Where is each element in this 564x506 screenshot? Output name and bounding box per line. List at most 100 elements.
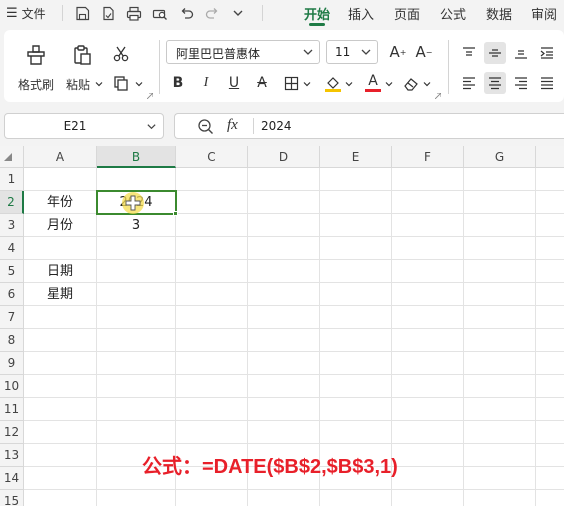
- tab-home[interactable]: 开始: [304, 4, 330, 23]
- chevron-down-icon[interactable]: [384, 79, 394, 89]
- row-header-3[interactable]: 3: [0, 214, 24, 237]
- ribbon-panel: 格式刷 粘贴 阿里巴巴普惠体 11 A + A − B I U A A: [4, 30, 564, 102]
- insert-function-icon[interactable]: fx: [227, 117, 238, 134]
- file-menu[interactable]: ☰ 文件: [6, 3, 46, 23]
- cell-a6[interactable]: 星期: [24, 283, 96, 306]
- row-header-4[interactable]: 4: [0, 237, 24, 260]
- row-header-2[interactable]: 2: [0, 191, 24, 214]
- align-top-icon[interactable]: [458, 42, 480, 64]
- print-preview-icon[interactable]: [150, 3, 170, 23]
- column-header-d[interactable]: D: [248, 146, 320, 168]
- row-header-1[interactable]: 1: [0, 168, 24, 191]
- formula-bar: E21 fx 2024: [0, 106, 564, 146]
- column-header-c[interactable]: C: [176, 146, 248, 168]
- format-painter-icon[interactable]: [22, 42, 50, 68]
- divider: [262, 5, 263, 21]
- chevron-down-icon: [303, 49, 313, 55]
- tab-page[interactable]: 页面: [394, 4, 420, 23]
- row-header-10[interactable]: 10: [0, 375, 24, 398]
- formula-input[interactable]: 2024: [261, 119, 292, 133]
- format-painter-label[interactable]: 格式刷: [18, 76, 54, 93]
- redo-icon[interactable]: [202, 3, 222, 23]
- align-middle-icon[interactable]: [484, 42, 506, 64]
- clipboard-expand-icon[interactable]: [146, 92, 154, 100]
- chevron-down-icon[interactable]: [422, 79, 432, 89]
- gridline: [24, 351, 564, 352]
- divider: [448, 40, 449, 94]
- cell-a3[interactable]: 月份: [24, 214, 96, 237]
- column-header-f[interactable]: F: [392, 146, 464, 168]
- fill-color-icon[interactable]: [322, 72, 344, 94]
- column-header-h[interactable]: [536, 146, 564, 168]
- font-expand-icon[interactable]: [434, 92, 442, 100]
- column-header-b[interactable]: B: [97, 146, 176, 168]
- gridline: [24, 282, 564, 283]
- gridline: [24, 420, 564, 421]
- align-right-icon[interactable]: [510, 72, 532, 94]
- menu-bar: ☰ 文件 开始 插入 页面 公式 数据 审阅: [0, 0, 564, 26]
- select-all-corner[interactable]: [0, 146, 24, 168]
- font-name-select[interactable]: 阿里巴巴普惠体: [166, 40, 320, 64]
- row-header-11[interactable]: 11: [0, 398, 24, 421]
- paste-icon[interactable]: [68, 42, 96, 68]
- fill-handle[interactable]: [173, 211, 178, 216]
- bold-icon[interactable]: B: [168, 72, 188, 94]
- border-icon[interactable]: [280, 72, 302, 94]
- row-header-5[interactable]: 5: [0, 260, 24, 283]
- italic-icon[interactable]: I: [196, 72, 216, 94]
- cell-b3[interactable]: 3: [97, 214, 175, 237]
- tab-review[interactable]: 审阅: [531, 4, 557, 23]
- gridline: [24, 374, 564, 375]
- row-header-8[interactable]: 8: [0, 329, 24, 352]
- chevron-down-icon[interactable]: [134, 79, 144, 89]
- gridline: [24, 489, 564, 490]
- align-bottom-icon[interactable]: [510, 42, 532, 64]
- spreadsheet-grid: A B C D E F G 1 2 3 4 5 6 7 8 9 10 11 12…: [0, 146, 564, 506]
- tab-insert[interactable]: 插入: [348, 4, 374, 23]
- font-size-select[interactable]: 11: [326, 40, 378, 64]
- row-header-15[interactable]: 15: [0, 490, 24, 506]
- clear-format-icon[interactable]: [400, 72, 422, 94]
- undo-icon[interactable]: [176, 3, 196, 23]
- row-header-6[interactable]: 6: [0, 283, 24, 306]
- gridline: [535, 168, 536, 506]
- font-color-icon[interactable]: A: [362, 70, 384, 94]
- name-box[interactable]: E21: [4, 113, 164, 139]
- underline-icon[interactable]: U: [224, 72, 244, 94]
- align-center-icon[interactable]: [484, 72, 506, 94]
- tab-formulas[interactable]: 公式: [440, 4, 466, 23]
- column-header-e[interactable]: E: [320, 146, 392, 168]
- column-header-g[interactable]: G: [464, 146, 536, 168]
- row-header-9[interactable]: 9: [0, 352, 24, 375]
- increase-font-size-icon[interactable]: A +: [388, 40, 408, 64]
- tab-data[interactable]: 数据: [486, 4, 512, 23]
- chevron-down-icon: [361, 49, 371, 55]
- chevron-down-icon[interactable]: [94, 79, 104, 89]
- copy-icon[interactable]: [110, 72, 132, 94]
- formula-annotation: 公式：=DATE($B$2,$B$3,1): [142, 456, 398, 478]
- row-header-14[interactable]: 14: [0, 467, 24, 490]
- column-header-a[interactable]: A: [24, 146, 97, 168]
- print-icon[interactable]: [124, 3, 144, 23]
- chevron-down-icon[interactable]: [344, 79, 354, 89]
- chevron-down-icon[interactable]: [302, 79, 312, 89]
- gridline: [24, 305, 564, 306]
- strikethrough-icon[interactable]: A: [252, 72, 272, 94]
- paste-label[interactable]: 粘贴: [66, 76, 90, 93]
- font-size-value: 11: [335, 45, 351, 59]
- cell-a2[interactable]: 年份: [24, 191, 96, 214]
- row-header-12[interactable]: 12: [0, 421, 24, 444]
- save-icon[interactable]: [72, 3, 92, 23]
- cell-a5[interactable]: 日期: [24, 260, 96, 283]
- decrease-font-size-icon[interactable]: A −: [414, 40, 434, 64]
- row-header-7[interactable]: 7: [0, 306, 24, 329]
- chevron-down-icon[interactable]: [228, 3, 248, 23]
- cut-icon[interactable]: [108, 42, 134, 66]
- indent-icon[interactable]: [536, 42, 558, 64]
- export-pdf-icon[interactable]: [98, 3, 118, 23]
- align-left-icon[interactable]: [458, 72, 480, 94]
- zoom-icon[interactable]: [197, 118, 214, 138]
- justify-icon[interactable]: [536, 72, 558, 94]
- row-header-13[interactable]: 13: [0, 444, 24, 467]
- formula-area: fx 2024: [174, 113, 564, 139]
